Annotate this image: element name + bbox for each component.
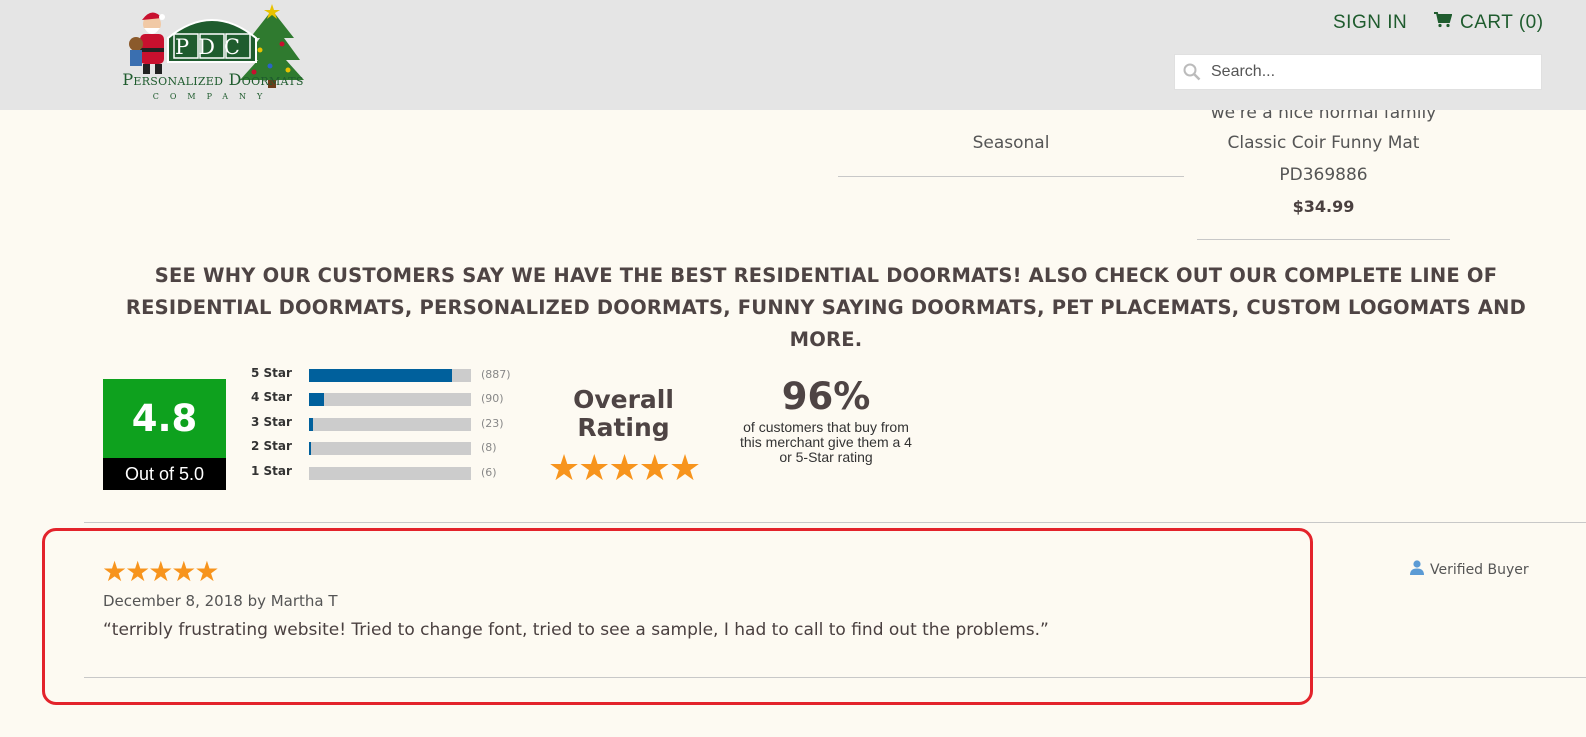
divider <box>838 176 1184 177</box>
product-name[interactable]: Classic Coir Funny Mat <box>1197 133 1450 153</box>
verified-buyer-badge: Verified Buyer <box>1410 560 1529 579</box>
rating-row-label: 2 Star <box>251 439 292 453</box>
verified-buyer-label: Verified Buyer <box>1430 561 1529 578</box>
rating-row-count: (8) <box>481 441 497 454</box>
rating-row-label: 1 Star <box>251 464 292 478</box>
user-icon <box>1410 560 1424 579</box>
sign-in-link[interactable]: SIGN IN <box>1333 12 1407 34</box>
rating-row-3[interactable]: 3 Star (23) <box>251 415 531 435</box>
recommend-percent: 96% of customers that buy from this merc… <box>740 374 912 465</box>
divider <box>84 522 1586 523</box>
product-sku: PD369886 <box>1279 165 1368 185</box>
rating-bar <box>309 369 471 382</box>
rating-row-4[interactable]: 4 Star (90) <box>251 390 531 410</box>
product-name[interactable]: Seasonal <box>838 133 1184 153</box>
logo-subtitle: COMPANY <box>152 92 274 101</box>
percent-value: 96% <box>781 375 871 418</box>
rating-row-count: (6) <box>481 466 497 479</box>
rating-bar-fill <box>309 442 311 455</box>
rating-row-1[interactable]: 1 Star (6) <box>251 464 531 484</box>
review-highlight-box <box>42 528 1313 705</box>
rating-bar <box>309 442 471 455</box>
svg-text:PDC: PDC <box>175 35 249 59</box>
rating-bar-fill <box>309 418 313 431</box>
rating-row-count: (90) <box>481 392 504 405</box>
product-price: $34.99 <box>1292 197 1355 216</box>
rating-row-label: 4 Star <box>251 390 292 404</box>
rating-row-count: (887) <box>481 368 511 381</box>
cart-label: CART (0) <box>1460 12 1544 33</box>
rating-row-label: 5 Star <box>251 366 292 380</box>
overall-rating-title-1: Overall <box>573 385 674 414</box>
logo-wordmark: Personalized Doormats <box>122 70 304 89</box>
site-logo[interactable]: PDC Personalized Doormats COMPANY <box>100 4 325 104</box>
review-meta: December 8, 2018 by Martha T <box>103 592 338 610</box>
rating-scale: Out of 5.0 <box>103 458 226 490</box>
search-input[interactable] <box>1209 62 1523 82</box>
rating-row-5[interactable]: 5 Star (887) <box>251 366 531 386</box>
rating-row-label: 3 Star <box>251 415 292 429</box>
review-star-icons: ★★★★★ <box>102 556 220 587</box>
rating-score: 4.8 <box>103 379 226 458</box>
review-text: “terribly frustrating website! Tried to … <box>103 620 1049 640</box>
cart-link[interactable]: CART (0) <box>1434 12 1544 34</box>
rating-row-2[interactable]: 2 Star (8) <box>251 439 531 459</box>
divider <box>84 677 1586 678</box>
rating-bar <box>309 467 471 480</box>
rating-bar-fill <box>309 369 452 382</box>
rating-bar-fill <box>309 393 324 406</box>
rating-score-box: 4.8 Out of 5.0 <box>103 379 226 490</box>
rating-row-count: (23) <box>481 417 504 430</box>
rating-bar <box>309 393 471 406</box>
percent-description: of customers that buy from this merchant… <box>740 419 912 465</box>
overall-rating-title-2: Rating <box>577 413 670 442</box>
site-header: PDC Personalized Doormats COMPANY SIGN I… <box>0 0 1586 110</box>
overall-rating: Overall Rating ★★★★★ <box>541 386 706 486</box>
search-bar[interactable] <box>1174 54 1542 90</box>
rating-bar <box>309 418 471 431</box>
divider <box>1197 239 1450 240</box>
page-headline: SEE WHY OUR CUSTOMERS SAY WE HAVE THE BE… <box>125 264 1527 351</box>
search-icon <box>1175 63 1209 81</box>
cart-icon <box>1434 12 1453 34</box>
overall-star-icons: ★★★★★ <box>547 447 701 488</box>
santa-graphic <box>129 12 165 74</box>
